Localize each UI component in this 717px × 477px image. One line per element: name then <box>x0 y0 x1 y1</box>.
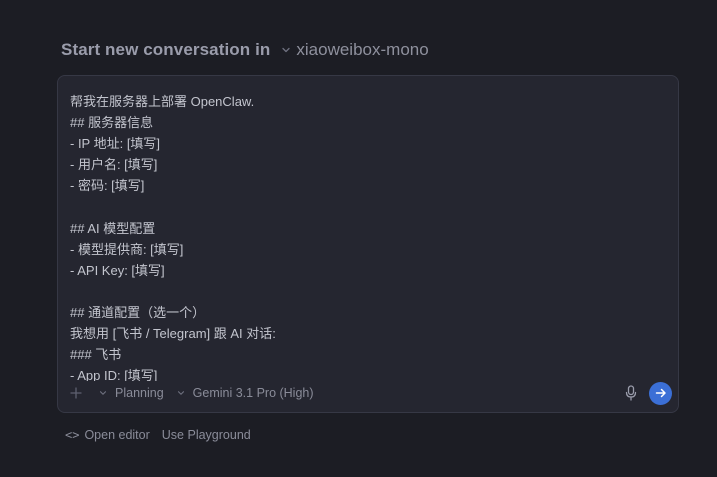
workspace-selector[interactable]: xiaoweibox-mono <box>280 40 429 60</box>
plus-icon <box>70 387 82 399</box>
use-playground-label: Use Playground <box>161 428 251 442</box>
add-context-button[interactable] <box>66 383 86 403</box>
prompt-line: - 用户名: [填写] <box>70 157 158 173</box>
conversation-header: Start new conversation in xiaoweibox-mon… <box>61 38 429 62</box>
model-label: Gemini 3.1 Pro (High) <box>192 386 314 400</box>
prompt-line: 我想用 [飞书 / Telegram] 跟 AI 对话: <box>70 326 276 342</box>
prompt-line: - 密码: [填写] <box>70 178 145 194</box>
code-icon: <> <box>65 428 80 442</box>
header-title: Start new conversation in <box>61 40 271 59</box>
open-editor-link[interactable]: <> Open editor <box>65 428 150 442</box>
prompt-line: ## 服务器信息 <box>70 115 154 131</box>
prompt-line: ## 通道配置（选一个） <box>70 304 206 320</box>
prompt-line: - 模型提供商: [填写] <box>70 241 184 257</box>
workspace-name: xiaoweibox-mono <box>296 40 429 59</box>
arrow-right-icon <box>655 388 666 398</box>
prompt-line: ## AI 模型配置 <box>70 220 156 236</box>
prompt-line <box>70 196 668 217</box>
chevron-down-icon <box>280 44 292 56</box>
mode-label: Planning <box>115 386 164 400</box>
prompt-composer: 帮我在服务器上部署 OpenClaw. ## 服务器信息 - IP 地址: [填… <box>57 75 679 413</box>
mode-selector[interactable]: Planning <box>98 386 164 400</box>
prompt-line: ### 飞书 <box>70 347 122 363</box>
new-conversation-page: Start new conversation in xiaoweibox-mon… <box>0 0 717 477</box>
prompt-line: - API Key: [填写] <box>70 262 165 278</box>
composer-toolbar: Planning Gemini 3.1 Pro (High) <box>66 380 672 406</box>
model-selector[interactable]: Gemini 3.1 Pro (High) <box>176 386 314 400</box>
open-editor-label: Open editor <box>84 428 150 442</box>
prompt-line <box>70 281 668 302</box>
prompt-line: - IP 地址: [填写] <box>70 136 161 152</box>
prompt-line: 帮我在服务器上部署 OpenClaw. <box>70 94 255 109</box>
composer-footer: <> Open editor Use Playground <box>65 428 251 442</box>
voice-input-button[interactable] <box>621 383 641 403</box>
send-button[interactable] <box>649 381 672 405</box>
prompt-input[interactable]: 帮我在服务器上部署 OpenClaw. ## 服务器信息 - IP 地址: [填… <box>70 91 668 381</box>
prompt-line: - App ID: [填写] <box>70 368 158 381</box>
chevron-down-icon <box>98 387 110 399</box>
microphone-icon <box>625 385 637 401</box>
chevron-down-icon <box>176 387 188 399</box>
use-playground-link[interactable]: Use Playground <box>162 428 251 442</box>
